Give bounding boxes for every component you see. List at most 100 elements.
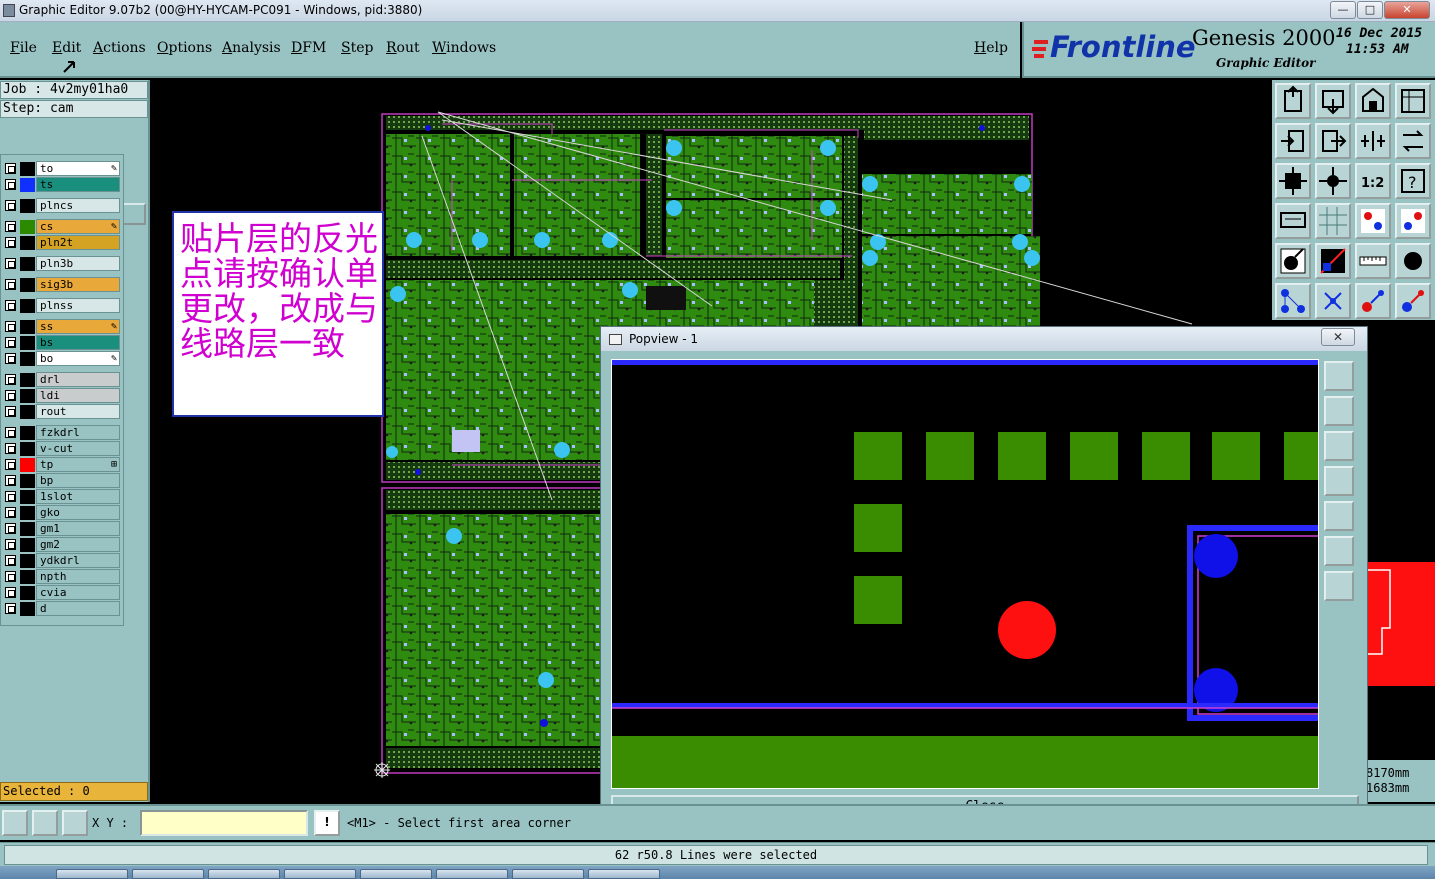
layer-row-gm1[interactable]: gm1 [3, 521, 121, 536]
layer-row-pln3b[interactable]: pln3b [3, 256, 121, 271]
layer-affected-checkbox[interactable] [5, 587, 16, 598]
layer-name[interactable]: to ✎ [36, 161, 120, 176]
taskbar-app[interactable] [284, 869, 356, 879]
scale-1-2-icon[interactable]: 1:2 [1355, 163, 1391, 199]
layer-row-bs[interactable]: bs [3, 335, 121, 350]
snap-grid-icon[interactable] [62, 810, 88, 836]
layer-row-sig3b[interactable]: sig3b [3, 277, 121, 292]
layer-name[interactable]: gko [36, 505, 120, 520]
layer-row-bo[interactable]: bo ✎ [3, 351, 121, 366]
popview-close-x-button[interactable]: ✕ [1321, 328, 1355, 346]
layer-display-swatch[interactable] [20, 522, 35, 536]
layer-affected-checkbox[interactable] [5, 390, 16, 401]
layer-display-swatch[interactable] [20, 162, 35, 176]
layer-name[interactable]: gm2 [36, 537, 120, 552]
layer-display-swatch[interactable] [20, 602, 35, 616]
layer-display-swatch[interactable] [20, 405, 35, 419]
layer-name[interactable]: sig3b [36, 277, 120, 292]
popview-tool-exit-icon[interactable] [1324, 501, 1354, 531]
mirror-icon[interactable] [1355, 123, 1391, 159]
menu-edit[interactable]: Edit [52, 40, 81, 56]
layer-display-swatch[interactable] [20, 236, 35, 250]
ruler-icon[interactable] [1355, 243, 1391, 279]
layer-name[interactable]: npth [36, 569, 120, 584]
layer-affected-checkbox[interactable] [5, 459, 16, 470]
layer-affected-checkbox[interactable] [5, 353, 16, 364]
layer-affected-checkbox[interactable] [5, 337, 16, 348]
layer-name[interactable]: ts [36, 177, 120, 192]
layer-name[interactable]: tp ⊞ [36, 457, 120, 472]
popview-tool-zoom-fit-icon[interactable] [1324, 536, 1354, 566]
connect-icon[interactable] [1275, 283, 1311, 319]
layer-display-swatch[interactable] [20, 320, 35, 334]
layer-name[interactable]: 1slot [36, 489, 120, 504]
taskbar-app[interactable] [132, 869, 204, 879]
layer-display-swatch[interactable] [20, 220, 35, 234]
layer-display-swatch[interactable] [20, 336, 35, 350]
layer-row-ydkdrl[interactable]: ydkdrl [3, 553, 121, 568]
layer-affected-checkbox[interactable] [5, 539, 16, 550]
layer-affected-checkbox[interactable] [5, 279, 16, 290]
popview-tool-layers-icon[interactable] [1324, 361, 1354, 391]
layer-name[interactable]: pln3b [36, 256, 120, 271]
circle-icon[interactable] [1395, 243, 1431, 279]
layer-display-swatch[interactable] [20, 178, 35, 192]
layer-affected-checkbox[interactable] [5, 603, 16, 614]
layer-display-swatch[interactable] [20, 278, 35, 292]
layer-affected-checkbox[interactable] [5, 300, 16, 311]
menu-actions[interactable]: Actions [93, 40, 146, 56]
home-icon[interactable] [1275, 83, 1311, 119]
layer-display-swatch[interactable] [20, 506, 35, 520]
layer-name[interactable]: ss ✎ [36, 319, 120, 334]
layer-display-swatch[interactable] [20, 490, 35, 504]
taskbar-app[interactable] [512, 869, 584, 879]
layer-name[interactable]: d [36, 601, 120, 616]
popview-canvas[interactable] [611, 359, 1319, 789]
layer-row-pln2t[interactable]: pln2t [3, 235, 121, 250]
layer-display-swatch[interactable] [20, 299, 35, 313]
menu-windows[interactable]: Windows [432, 40, 496, 56]
layer-row-fzkdrl[interactable]: fzkdrl [3, 425, 121, 440]
layer-row-gm2[interactable]: gm2 [3, 537, 121, 552]
enter-icon[interactable] [1275, 123, 1311, 159]
measure-icon[interactable] [32, 810, 58, 836]
exit-icon[interactable] [1315, 123, 1351, 159]
popview-zoom-view[interactable] [612, 360, 1319, 789]
taskbar-app[interactable] [208, 869, 280, 879]
layer-row-plnss[interactable]: plnss [3, 298, 121, 313]
layer-name[interactable]: gm1 [36, 521, 120, 536]
taskbar-app[interactable] [56, 869, 128, 879]
layer-display-swatch[interactable] [20, 538, 35, 552]
layer-affected-checkbox[interactable] [5, 555, 16, 566]
snap-red-icon[interactable] [1395, 283, 1431, 319]
layer-name[interactable]: plnss [36, 298, 120, 313]
layer-row-to[interactable]: to ✎ [3, 161, 121, 176]
help-icon[interactable]: ? [1395, 163, 1431, 199]
layer-affected-checkbox[interactable] [5, 237, 16, 248]
layer-display-swatch[interactable] [20, 442, 35, 456]
layer-affected-checkbox[interactable] [5, 427, 16, 438]
maximize-button[interactable]: □ [1357, 1, 1383, 19]
layer-affected-checkbox[interactable] [5, 163, 16, 174]
layer-affected-checkbox[interactable] [5, 475, 16, 486]
layer-row-drl[interactable]: drl [3, 372, 121, 387]
layer-row-npth[interactable]: npth [3, 569, 121, 584]
layer-display-swatch[interactable] [20, 554, 35, 568]
zoom-fit-icon[interactable] [1275, 163, 1311, 199]
layer-name[interactable]: rout [36, 404, 120, 419]
menu-options[interactable]: Options [157, 40, 212, 56]
taskbar-app[interactable] [436, 869, 508, 879]
layer-name[interactable]: plncs [36, 198, 120, 213]
dot-arrow-icon[interactable] [1275, 243, 1311, 279]
layer-row-v-cut[interactable]: v-cut [3, 441, 121, 456]
zoom-area-icon[interactable] [2, 810, 28, 836]
layer-display-swatch[interactable] [20, 474, 35, 488]
layer-row-1slot[interactable]: 1slot [3, 489, 121, 504]
layer-affected-checkbox[interactable] [5, 571, 16, 582]
layer-display-swatch[interactable] [20, 570, 35, 584]
layer-display-swatch[interactable] [20, 586, 35, 600]
menu-step[interactable]: Step [341, 40, 373, 56]
layer-affected-checkbox[interactable] [5, 200, 16, 211]
layer-row-bp[interactable]: bp [3, 473, 121, 488]
popview-tool-down-icon[interactable] [1324, 431, 1354, 461]
